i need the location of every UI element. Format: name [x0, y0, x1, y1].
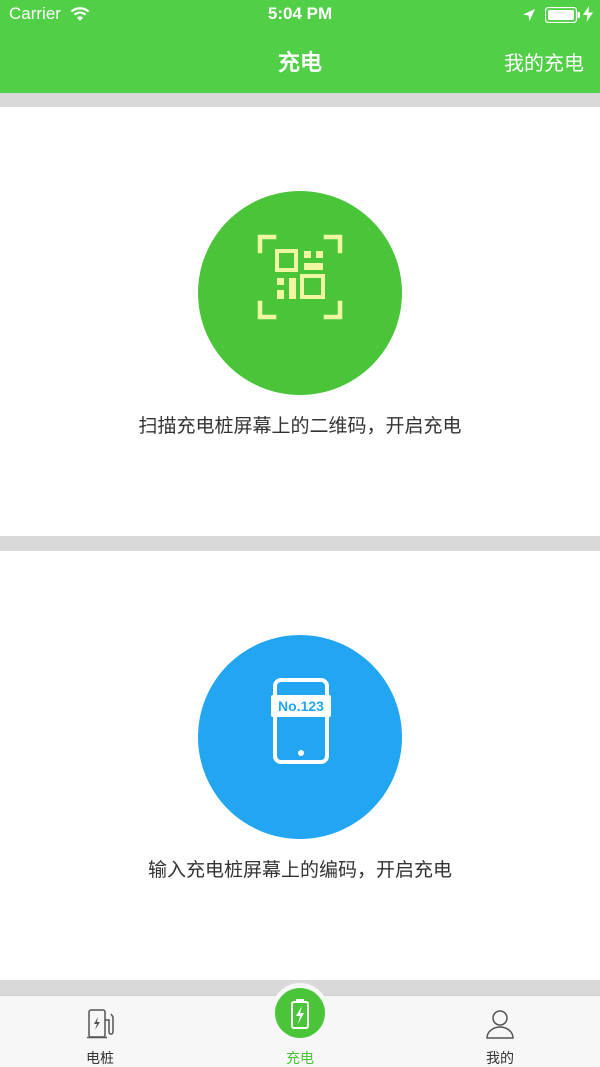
battery-icon: [544, 6, 581, 28]
tab-label-mine: 我的: [486, 1051, 514, 1067]
scan-qr-caption: 扫描充电桩屏幕上的二维码，开启充电: [138, 415, 462, 437]
tab-mine[interactable]: 我的: [400, 996, 600, 1067]
location-arrow-icon: [522, 7, 536, 27]
charging-pile-icon: [87, 1009, 114, 1039]
scan-qr-button[interactable]: [198, 191, 402, 395]
enter-code-button[interactable]: No.123: [198, 635, 402, 839]
enter-code-card[interactable]: No.123 输入充电桩屏幕上的编码，开启充电: [0, 551, 600, 980]
enter-code-caption: 输入充电桩屏幕上的编码，开启充电: [147, 859, 452, 881]
phone-code-icon: [271, 678, 331, 764]
my-charging-button[interactable]: 我的充电: [504, 47, 584, 76]
charging-bolt-icon: [583, 6, 593, 27]
scan-qr-card[interactable]: 扫描充电桩屏幕上的二维码，开启充电: [0, 107, 600, 536]
tab-charging-pile[interactable]: 电桩: [0, 996, 200, 1067]
code-badge-text: No.123: [278, 698, 324, 714]
navigation-bar: Carrier 5:04 PM 充电 我的充电: [0, 0, 600, 93]
battery-charge-icon: [291, 999, 309, 1029]
tab-label-charging-pile: 电桩: [86, 1051, 114, 1067]
status-bar: Carrier 5:04 PM: [0, 0, 600, 30]
qr-scan-icon: [257, 234, 343, 320]
divider: [0, 93, 600, 107]
tab-charge-button[interactable]: [275, 988, 325, 1038]
divider: [0, 536, 600, 551]
user-icon: [486, 1010, 514, 1039]
clock: 5:04 PM: [267, 4, 333, 23]
tab-label-charge: 充电: [286, 1051, 314, 1067]
